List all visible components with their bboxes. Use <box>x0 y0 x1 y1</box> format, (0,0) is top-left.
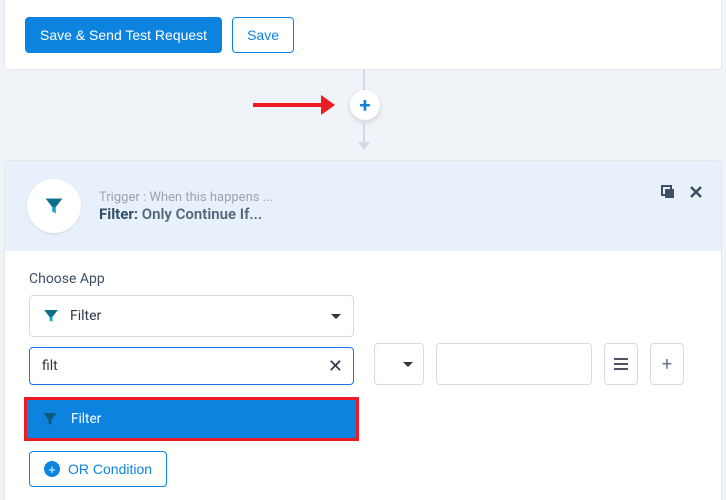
app-option-filter[interactable]: Filter <box>27 400 356 438</box>
plus-icon: + <box>662 354 672 375</box>
condition-operator-select[interactable] <box>374 343 424 385</box>
step-card-header: Trigger : When this happens ... Filter: … <box>5 161 721 251</box>
toolbar: Save & Send Test Request Save <box>4 0 722 70</box>
choose-app-label: Choose App <box>29 271 697 287</box>
condition-row: + <box>374 343 697 385</box>
app-select-value: Filter <box>70 308 101 324</box>
chevron-down-icon <box>403 362 413 367</box>
app-option-label: Filter <box>71 411 101 427</box>
add-step-button[interactable]: + <box>350 90 380 120</box>
chevron-down-icon <box>331 314 341 319</box>
plus-circle-icon: + <box>44 461 60 477</box>
or-condition-label: OR Condition <box>68 461 152 477</box>
step-title: Trigger : When this happens ... Filter: … <box>99 190 273 223</box>
step-card: Trigger : When this happens ... Filter: … <box>4 160 722 500</box>
close-icon[interactable] <box>687 183 705 201</box>
app-search-input[interactable] <box>40 357 328 375</box>
menu-icon <box>613 358 629 370</box>
add-condition-button[interactable]: + <box>650 343 684 385</box>
save-send-button[interactable]: Save & Send Test Request <box>25 17 222 53</box>
condition-value-input[interactable] <box>436 343 592 385</box>
funnel-icon <box>42 307 60 325</box>
or-condition-button[interactable]: + OR Condition <box>29 451 167 487</box>
filter-prefix: Filter: <box>99 205 138 223</box>
trigger-label: Trigger : When this happens ... <box>99 190 273 205</box>
funnel-icon <box>41 410 59 428</box>
funnel-icon <box>43 195 65 217</box>
plus-icon: + <box>360 93 371 117</box>
clear-search-icon[interactable]: ✕ <box>328 356 343 377</box>
connector-arrow <box>358 142 370 150</box>
step-card-body: Choose App Filter ✕ <box>5 251 721 500</box>
app-select[interactable]: Filter <box>29 295 354 337</box>
save-button[interactable]: Save <box>232 17 294 53</box>
app-search-box: ✕ <box>29 347 354 385</box>
filter-description: Only Continue If... <box>138 205 262 223</box>
app-dropdown: Filter <box>24 397 359 441</box>
field-picker-button[interactable] <box>604 343 638 385</box>
duplicate-icon[interactable] <box>659 183 677 201</box>
app-icon-circle <box>27 179 81 233</box>
